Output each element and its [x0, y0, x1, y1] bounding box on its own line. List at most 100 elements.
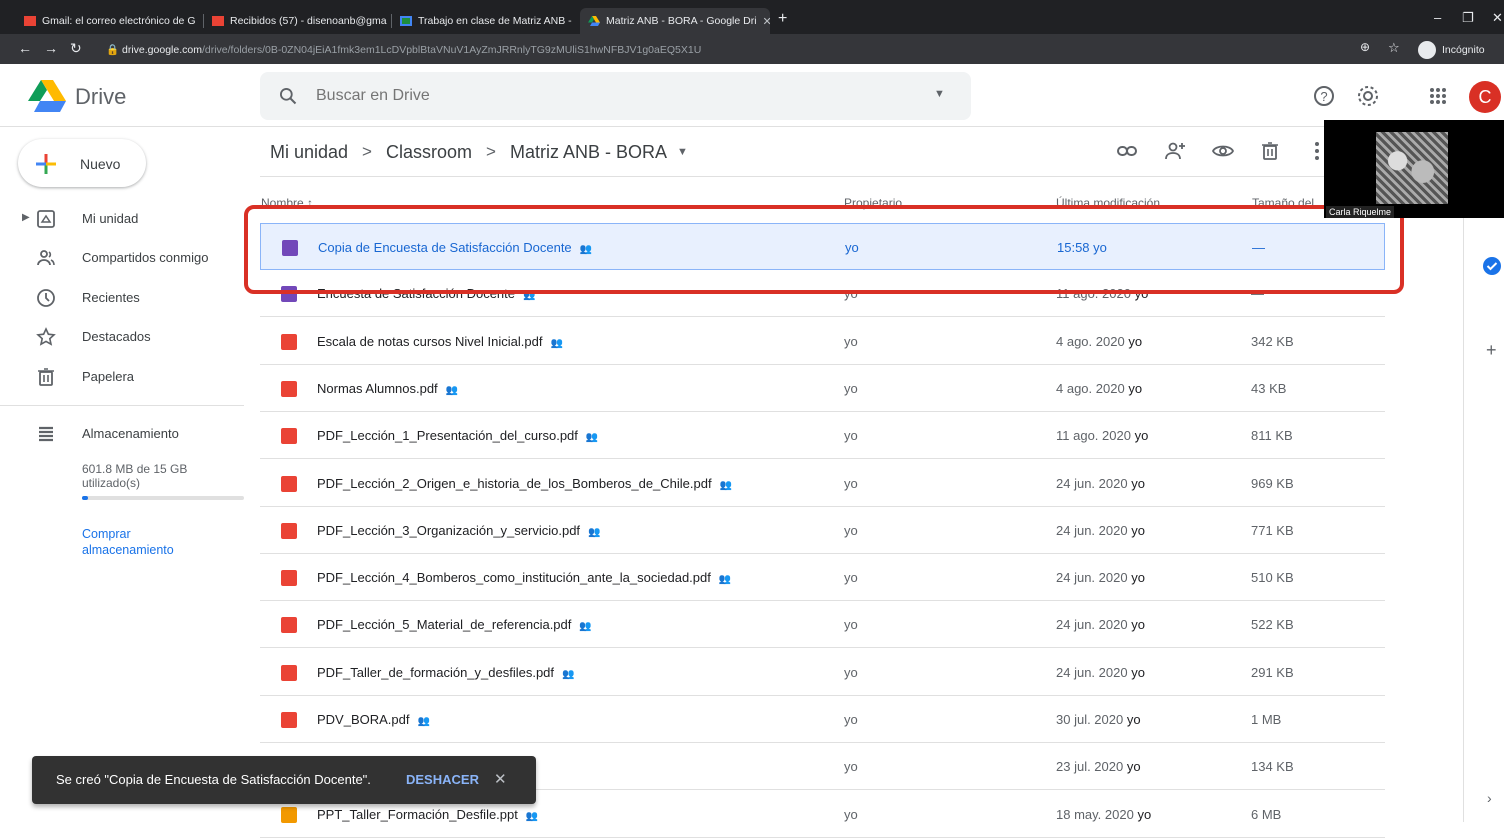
file-owner: yo: [844, 712, 858, 727]
storage-usage-text: 601.8 MB de 15 GB utilizado(s): [82, 462, 188, 490]
add-person-icon[interactable]: [1164, 140, 1186, 162]
forward-icon[interactable]: →: [44, 40, 58, 56]
restore-icon[interactable]: ❐: [1462, 10, 1474, 26]
sidebar-item-label: Destacados: [82, 329, 151, 344]
search-options-dropdown-icon[interactable]: ▼: [934, 88, 945, 100]
apps-grid-icon[interactable]: [1426, 84, 1450, 108]
minimize-icon[interactable]: –: [1434, 10, 1441, 25]
sidebar-item-label: Almacenamiento: [82, 426, 179, 441]
avatar[interactable]: C: [1469, 81, 1501, 113]
file-owner: yo: [844, 522, 858, 538]
close-icon[interactable]: ✕: [387, 15, 390, 28]
pdf-file-icon: [281, 522, 297, 539]
pdf-file-icon: [281, 712, 297, 728]
file-owner: yo: [844, 380, 858, 396]
browser-tab-inbox[interactable]: Recibidos (57) - disenoanb@gma ✕: [204, 8, 390, 34]
sidebar-item-shared[interactable]: Compartidos conmigo: [0, 242, 244, 274]
table-row[interactable]: PDF_Taller_de_formación_y_desfiles.pdf 👥 y…: [260, 649, 1385, 696]
close-icon[interactable]: ✕: [757, 15, 770, 28]
star-bookmark-icon[interactable]: ☆: [1388, 40, 1400, 56]
zoom-icon[interactable]: ⊕: [1360, 40, 1370, 54]
pdf-file-icon: [281, 617, 297, 634]
webcam-image: [1376, 132, 1448, 204]
file-modified-cell: 11 ago. 2020 yo: [1056, 428, 1148, 443]
close-icon[interactable]: ✕: [195, 15, 202, 28]
app-name[interactable]: Drive: [75, 84, 126, 110]
gear-icon[interactable]: [1356, 84, 1380, 108]
eye-preview-icon[interactable]: [1212, 140, 1234, 162]
file-owner: yo: [844, 806, 858, 822]
gmail-icon: [24, 16, 36, 26]
table-row[interactable]: PDF_Lección_5_Material_de_referencia.pdf…: [260, 601, 1385, 649]
table-row[interactable]: Escala de notas cursos Nivel Inicial.pdf…: [260, 318, 1385, 365]
file-modified-cell: 24 jun. 2020 yo: [1056, 617, 1145, 632]
window-close-icon[interactable]: ✕: [1492, 10, 1503, 26]
url-path: /drive/folders/0B-0ZN04jEiA1fmk3em1LcDVp…: [201, 44, 702, 56]
file-owner: yo: [844, 475, 858, 491]
sidebar-item-recent[interactable]: Recientes: [0, 282, 244, 314]
file-modified-date: 30 jul. 2020: [1056, 712, 1124, 727]
new-tab-plus-icon[interactable]: +: [778, 10, 787, 28]
pdf-file-icon: [281, 570, 297, 587]
undo-button[interactable]: DESHACER: [406, 772, 479, 787]
browser-tab-gmail[interactable]: Gmail: el correo electrónico de G ✕: [16, 8, 202, 34]
table-row[interactable]: PDF_Lección_2_Origen_e_historia_de_los_B…: [260, 460, 1385, 507]
browser-tab-drive[interactable]: Matriz ANB - BORA - Google Dri ✕: [580, 8, 770, 34]
file-modified-by: yo: [1131, 617, 1145, 633]
table-row[interactable]: Normas Alumnos.pdf 👥 yo 4 ago. 2020 yo 43 KB: [260, 365, 1385, 412]
file-name-cell: PPT_Taller_Formación_Desfile.ppt 👥: [317, 807, 538, 822]
file-name: PDF_Lección_2_Origen_e_historia_de_los_B…: [317, 475, 712, 491]
search-input[interactable]: [316, 82, 916, 110]
link-icon[interactable]: [1116, 140, 1138, 162]
file-name-cell: PDF_Lección_3_Organización_y_servicio.pd…: [317, 523, 601, 538]
close-icon[interactable]: ✕: [494, 770, 507, 788]
reload-icon[interactable]: ↻: [70, 40, 82, 57]
file-modified-date: 23 jul. 2020: [1056, 759, 1124, 775]
browser-tab-classroom[interactable]: Trabajo en clase de Matriz ANB - ✕: [392, 8, 578, 34]
trash-icon[interactable]: [1259, 140, 1281, 162]
file-modified-date: 24 jun. 2020: [1056, 617, 1128, 633]
file-modified-cell: 23 jul. 2020 yo: [1056, 759, 1141, 774]
file-name: PDF_Lección_1_Presentación_del_curso.pdf: [317, 428, 578, 444]
chevron-down-icon[interactable]: ▼: [677, 146, 688, 158]
url-field[interactable]: 🔒 drive.google.com/drive/folders/0B-0ZN0…: [92, 41, 1354, 59]
pdf-file-icon: [281, 428, 297, 445]
drive-logo-icon[interactable]: [28, 80, 66, 112]
table-row[interactable]: PDF_Lección_4_Bomberos_como_institución_…: [260, 554, 1385, 602]
file-name: PDV_BORA.pdf: [317, 712, 410, 727]
back-icon[interactable]: ←: [18, 40, 32, 56]
file-name-cell: PDF_Lección_4_Bomberos_como_institución_…: [317, 570, 731, 585]
file-name: PDF_Lección_5_Material_de_referencia.pdf: [317, 617, 572, 633]
add-addon-plus-icon[interactable]: +: [1486, 340, 1497, 361]
incognito-badge[interactable]: Incógnito: [1418, 40, 1485, 60]
tasks-icon[interactable]: [1482, 256, 1502, 276]
sidebar-item-starred[interactable]: Destacados: [0, 321, 244, 353]
chevron-right-icon[interactable]: ›: [1487, 790, 1492, 806]
breadcrumb-item[interactable]: Classroom: [386, 142, 472, 163]
sidebar-item-label: Compartidos conmigo: [82, 250, 209, 265]
shared-people-icon: 👥: [719, 479, 733, 491]
file-modified-by: yo: [1126, 759, 1141, 775]
sidebar-item-trash[interactable]: Papelera: [0, 361, 244, 393]
help-icon[interactable]: ?: [1312, 84, 1336, 108]
shared-people-icon: 👥: [550, 337, 563, 349]
buy-storage-link[interactable]: Comprar almacenamiento: [82, 526, 222, 558]
file-owner: yo: [844, 570, 858, 586]
sidebar-item-storage[interactable]: Almacenamiento: [0, 418, 244, 450]
table-row[interactable]: PDF_Lección_1_Presentación_del_curso.pdf…: [260, 412, 1385, 460]
shared-people-icon: 👥: [588, 526, 601, 538]
search-icon[interactable]: [278, 86, 298, 106]
close-icon[interactable]: ✕: [572, 15, 579, 28]
breadcrumb-item[interactable]: Mi unidad: [270, 142, 348, 163]
sidebar-item-my-drive[interactable]: Mi unidad: [0, 203, 244, 235]
file-owner: yo: [844, 664, 858, 680]
file-name-cell: Normas Alumnos.pdf 👥: [317, 381, 458, 396]
breadcrumb-item-current[interactable]: Matriz ANB - BORA: [510, 142, 667, 163]
file-modified-date: 11 ago. 2020: [1056, 428, 1131, 444]
file-size: 771 KB: [1251, 522, 1294, 538]
table-row[interactable]: PDV_BORA.pdf 👥 yo 30 jul. 2020 yo 1 MB: [260, 696, 1385, 743]
breadcrumb-divider: [260, 176, 1385, 177]
table-row[interactable]: PDF_Lección_3_Organización_y_servicio.pd…: [260, 507, 1385, 554]
file-size: 510 KB: [1251, 570, 1294, 586]
file-modified-cell: 24 jun. 2020 yo: [1056, 570, 1145, 585]
